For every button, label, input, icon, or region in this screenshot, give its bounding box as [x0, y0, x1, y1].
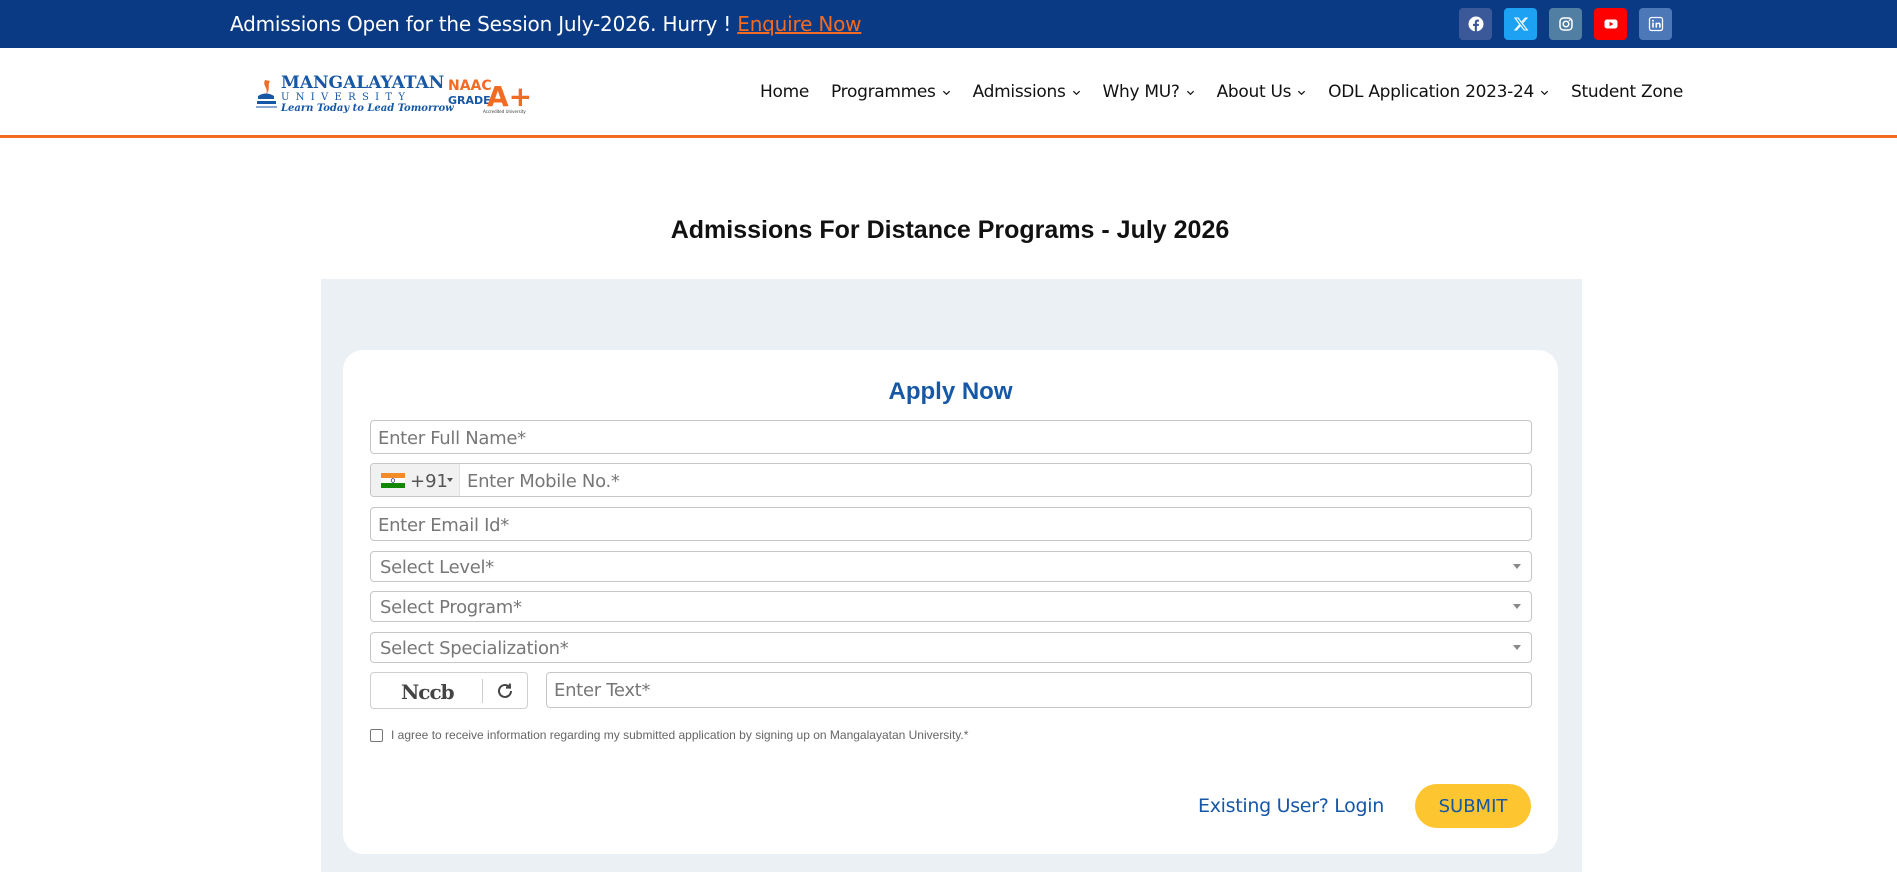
chevron-down-icon: [1298, 90, 1306, 95]
enquire-now-link[interactable]: Enquire Now: [737, 12, 861, 36]
mangalayatan-logo[interactable]: MANGALAYATAN UNIVERSITY Learn Today to L…: [253, 68, 533, 116]
consent-text: I agree to receive information regarding…: [391, 728, 969, 742]
nav-student-zone[interactable]: Student Zone: [1571, 82, 1683, 102]
apply-form-card: Apply Now Enter Full Name* +91 Enter Mob…: [343, 350, 1558, 854]
nav-about-us[interactable]: About Us: [1217, 82, 1307, 102]
youtube-icon[interactable]: [1594, 8, 1627, 40]
naac-grade-text: GRADE: [448, 94, 491, 107]
chevron-down-icon: [942, 90, 950, 95]
nav-why-mu-label: Why MU?: [1102, 82, 1180, 102]
nav-odl-label: ODL Application 2023-24: [1328, 82, 1535, 102]
linkedin-icon[interactable]: [1639, 8, 1672, 40]
consent-row: I agree to receive information regarding…: [370, 728, 968, 742]
specialization-select-value: Select Specialization*: [380, 638, 569, 659]
nav-student-zone-label: Student Zone: [1571, 82, 1684, 102]
captcha-placeholder: Enter Text*: [554, 680, 651, 701]
captcha-code: Nccb: [401, 680, 455, 704]
specialization-select[interactable]: Select Specialization*: [370, 632, 1532, 663]
nav-home[interactable]: Home: [760, 82, 809, 102]
program-select[interactable]: Select Program*: [370, 591, 1532, 622]
india-flag-icon: [381, 473, 405, 488]
captcha-box: Nccb: [370, 672, 528, 709]
instagram-icon[interactable]: [1549, 8, 1582, 40]
announcement-message: Admissions Open for the Session July-202…: [230, 12, 738, 36]
nav-admissions[interactable]: Admissions: [973, 82, 1081, 102]
select-caret-icon: [1513, 564, 1521, 569]
full-name-placeholder: Enter Full Name*: [378, 428, 526, 449]
captcha-divider: [482, 679, 483, 703]
main-nav: Home Programmes Admissions Why MU? About…: [760, 82, 1683, 102]
nav-about-us-label: About Us: [1216, 82, 1292, 102]
chevron-down-icon: [1540, 90, 1549, 95]
social-links: [1459, 8, 1672, 40]
announcement-text: Admissions Open for the Session July-202…: [230, 12, 862, 36]
captcha-input[interactable]: Enter Text*: [546, 672, 1532, 708]
refresh-icon[interactable]: [495, 681, 515, 701]
naac-accredited-text: Accredited University: [483, 109, 526, 114]
chevron-down-icon: [1072, 90, 1080, 95]
facebook-icon[interactable]: [1459, 8, 1492, 40]
announcement-bar: Admissions Open for the Session July-202…: [0, 0, 1897, 48]
consent-checkbox[interactable]: [370, 728, 383, 742]
mobile-placeholder: Enter Mobile No.*: [467, 471, 620, 492]
select-caret-icon: [1513, 604, 1521, 609]
full-name-input[interactable]: Enter Full Name*: [370, 420, 1532, 454]
mobile-field[interactable]: +91 Enter Mobile No.*: [370, 463, 1532, 497]
naac-badge-text: NAAC: [448, 78, 492, 94]
form-title: Apply Now: [888, 378, 1013, 405]
nav-home-label: Home: [760, 82, 810, 102]
logo-name-line1: MANGALAYATAN: [281, 73, 444, 93]
x-twitter-icon[interactable]: [1504, 8, 1537, 40]
nav-why-mu[interactable]: Why MU?: [1103, 82, 1195, 102]
level-select[interactable]: Select Level*: [370, 551, 1532, 582]
caret-down-icon: [447, 478, 453, 482]
submit-button[interactable]: SUBMIT: [1415, 784, 1531, 828]
program-select-value: Select Program*: [380, 597, 522, 618]
dial-code: +91: [410, 471, 448, 492]
page-title: Admissions For Distance Programs - July …: [670, 216, 1230, 244]
level-select-value: Select Level*: [380, 557, 494, 578]
nav-odl-application[interactable]: ODL Application 2023-24: [1328, 82, 1549, 102]
nav-programmes[interactable]: Programmes: [831, 82, 951, 102]
logo-name-line2: UNIVERSITY: [281, 92, 411, 103]
select-caret-icon: [1513, 645, 1521, 650]
nav-admissions-label: Admissions: [972, 82, 1066, 102]
country-code-selector[interactable]: +91: [371, 464, 460, 496]
site-header: MANGALAYATAN UNIVERSITY Learn Today to L…: [0, 48, 1897, 138]
existing-user-login-link[interactable]: Existing User? Login: [1198, 795, 1384, 817]
email-placeholder: Enter Email Id*: [378, 515, 509, 536]
chevron-down-icon: [1186, 90, 1194, 95]
logo-tagline: Learn Today to Lead Tomorrow: [280, 103, 454, 114]
nav-programmes-label: Programmes: [831, 82, 936, 102]
email-input[interactable]: Enter Email Id*: [370, 507, 1532, 541]
